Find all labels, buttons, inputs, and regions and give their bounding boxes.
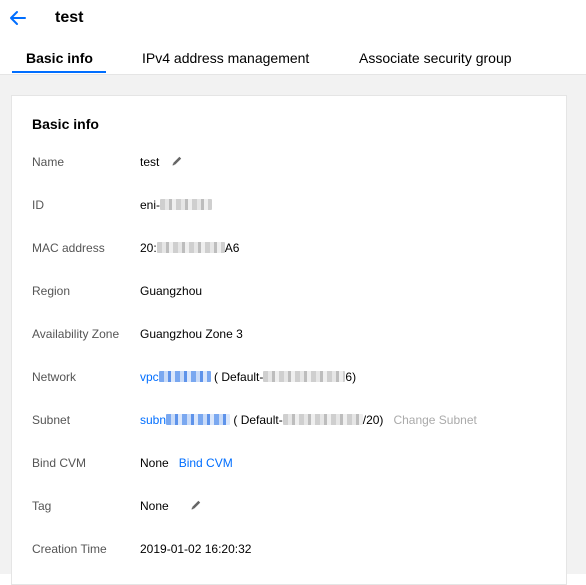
card-title: Basic info xyxy=(32,116,99,132)
row-mac-address: MAC address 20: A6 xyxy=(12,239,568,259)
row-bind-cvm: Bind CVM None Bind CVM xyxy=(12,454,568,474)
row-label: Availability Zone xyxy=(32,327,120,341)
page-title: test xyxy=(55,9,84,26)
row-label: Network xyxy=(32,370,77,384)
redacted-text xyxy=(263,371,346,382)
redacted-text xyxy=(156,242,225,253)
row-label: Tag xyxy=(32,499,52,513)
region-value: Guangzhou xyxy=(140,284,203,298)
row-creation-time: Creation Time 2019-01-02 16:20:32 xyxy=(12,540,568,560)
network-paren-suffix: 6) xyxy=(345,370,357,384)
redacted-text xyxy=(158,371,211,382)
pencil-icon[interactable] xyxy=(189,498,203,512)
bind-cvm-value: None Bind CVM xyxy=(140,456,233,470)
back-button[interactable] xyxy=(9,8,27,28)
redacted-text xyxy=(282,414,363,425)
bind-cvm-status: None xyxy=(140,456,169,470)
subnet-link[interactable]: subn xyxy=(140,413,231,427)
row-label: Subnet xyxy=(32,413,71,427)
id-value: eni- xyxy=(140,198,213,212)
mac-prefix: 20: xyxy=(140,241,157,255)
subnet-value: subn ( Default- /20) Change Subnet xyxy=(140,413,477,427)
row-name: Name test xyxy=(12,153,568,173)
row-subnet: Subnet subn ( Default- /20) Change Subnet xyxy=(12,411,568,431)
vpc-link[interactable]: vpc xyxy=(140,370,211,384)
row-availability-zone: Availability Zone Guangzhou Zone 3 xyxy=(12,325,568,345)
id-prefix: eni- xyxy=(140,198,161,212)
row-label: Bind CVM xyxy=(32,456,87,470)
redacted-text xyxy=(160,199,213,210)
creation-time-value: 2019-01-02 16:20:32 xyxy=(140,542,252,556)
active-tab-indicator xyxy=(12,71,106,73)
network-paren-prefix: ( Default- xyxy=(214,370,264,384)
vpc-link-prefix: vpc xyxy=(140,370,159,384)
row-id: ID eni- xyxy=(12,196,568,216)
change-subnet-link[interactable]: Change Subnet xyxy=(393,413,476,427)
row-label: MAC address xyxy=(32,241,105,255)
zone-value: Guangzhou Zone 3 xyxy=(140,327,243,341)
row-region: Region Guangzhou xyxy=(12,282,568,302)
network-value: vpc ( Default- 6) xyxy=(140,370,356,384)
tag-value: None xyxy=(140,499,169,513)
mac-suffix: A6 xyxy=(224,241,240,255)
mac-value: 20: A6 xyxy=(140,241,239,255)
tab-bar: Basic info IPv4 address management Assoc… xyxy=(0,42,586,74)
arrow-left-icon xyxy=(10,11,26,25)
redacted-text xyxy=(166,414,231,425)
subnet-paren-suffix: /20) xyxy=(362,413,384,427)
basic-info-card: Basic info Name test ID eni- MAC address… xyxy=(11,95,567,585)
subnet-link-prefix: subn xyxy=(140,413,167,427)
bind-cvm-link[interactable]: Bind CVM xyxy=(179,456,233,470)
row-label: Name xyxy=(32,155,65,169)
header: test xyxy=(0,0,586,38)
pencil-icon[interactable] xyxy=(170,154,184,168)
row-network: Network vpc ( Default- 6) xyxy=(12,368,568,388)
row-label: Region xyxy=(32,284,71,298)
row-tag: Tag None xyxy=(12,497,568,517)
tab-ipv4-address-management[interactable]: IPv4 address management xyxy=(142,50,309,66)
subnet-paren-prefix: ( Default- xyxy=(233,413,283,427)
tab-associate-security-group[interactable]: Associate security group xyxy=(359,50,512,66)
tab-basic-info[interactable]: Basic info xyxy=(26,50,93,66)
row-label: Creation Time xyxy=(32,542,107,556)
row-label: ID xyxy=(32,198,44,212)
name-value: test xyxy=(140,155,160,169)
